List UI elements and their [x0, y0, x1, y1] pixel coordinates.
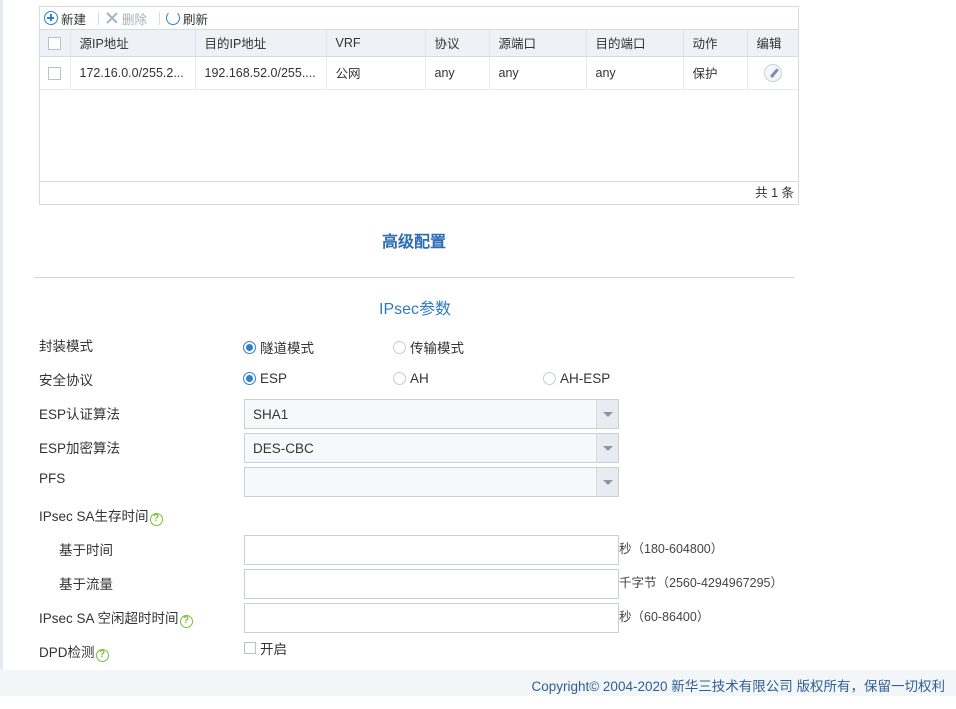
protocol-ah-esp-radio[interactable]: AH-ESP [543, 371, 610, 386]
col-src-ip[interactable]: 源IP地址 [70, 30, 196, 57]
grid-toolbar: 新建 删除 刷新 [40, 7, 798, 30]
section-divider [34, 277, 795, 278]
cell-dst-port: any [586, 56, 684, 90]
col-protocol[interactable]: 协议 [425, 30, 490, 57]
idle-timeout-label: IPsec SA 空闲超时时间? [39, 607, 193, 628]
dpd-label: DPD检测? [39, 641, 109, 662]
time-based-label: 基于时间 [59, 543, 113, 558]
col-edit: 编辑 [747, 30, 798, 57]
encap-transport-radio[interactable]: 传输模式 [393, 337, 464, 357]
radio-dot [543, 372, 556, 385]
checkbox-box [244, 642, 256, 654]
time-based-hint: 秒（180-604800） [619, 542, 724, 556]
col-vrf[interactable]: VRF [326, 30, 426, 57]
toolbar-separator [159, 11, 161, 25]
cell-dst-ip: 192.168.52.0/255.... [195, 56, 327, 90]
delete-button-label: 删除 [122, 12, 148, 27]
idle-timeout-text: IPsec SA 空闲超时时间 [39, 611, 179, 626]
cell-src-ip: 172.16.0.0/255.2... [70, 56, 196, 90]
encap-mode-label: 封装模式 [39, 339, 93, 354]
row-select-cell [40, 56, 71, 90]
delete-button[interactable]: 删除 [105, 9, 153, 27]
new-button[interactable]: 新建 [44, 9, 92, 27]
encap-tunnel-label: 隧道模式 [260, 341, 314, 356]
traffic-based-input[interactable] [244, 569, 619, 599]
refresh-icon [166, 11, 181, 25]
cell-vrf: 公网 [326, 56, 426, 90]
page-footer: Copyright© 2004-2020 新华三技术有限公司 版权所有，保留一切… [0, 670, 956, 696]
copyright-text: Copyright© 2004-2020 新华三技术有限公司 版权所有，保留一切… [531, 679, 945, 694]
col-src-port[interactable]: 源端口 [489, 30, 587, 57]
toolbar-separator [98, 11, 100, 25]
dpd-enable-label: 开启 [260, 642, 287, 657]
col-dst-ip[interactable]: 目的IP地址 [195, 30, 327, 57]
total-count: 共 1 条 [40, 181, 798, 204]
cell-src-port: any [489, 56, 587, 90]
select-all-cell [40, 30, 71, 57]
sa-lifetime-label: IPsec SA生存时间? [39, 505, 163, 526]
sa-lifetime-text: IPsec SA生存时间 [39, 509, 149, 524]
esp-auth-value: SHA1 [253, 406, 289, 422]
protocol-ah-radio[interactable]: AH [393, 371, 429, 386]
acl-grid: 新建 删除 刷新 源IP地址 目的IP地址 VRF 协议 源端口 目的端口 动作… [39, 6, 799, 205]
protocol-esp-label: ESP [260, 371, 288, 386]
help-icon[interactable]: ? [179, 615, 193, 628]
refresh-button[interactable]: 刷新 [166, 9, 214, 27]
row-checkbox[interactable] [48, 66, 61, 80]
traffic-based-hint: 千字节（2560-4294967295） [619, 576, 783, 590]
traffic-based-label: 基于流量 [59, 577, 113, 592]
idle-timeout-input[interactable] [244, 603, 619, 633]
chevron-down-icon[interactable] [596, 400, 618, 428]
encap-tunnel-radio[interactable]: 隧道模式 [243, 337, 314, 357]
radio-dot [243, 372, 256, 385]
radio-dot [393, 340, 406, 354]
edit-icon[interactable] [763, 63, 782, 82]
help-icon[interactable]: ? [95, 649, 109, 662]
time-based-input[interactable] [244, 535, 619, 565]
left-rail [0, 0, 3, 670]
chevron-down-icon[interactable] [596, 468, 618, 496]
table-header-row: 源IP地址 目的IP地址 VRF 协议 源端口 目的端口 动作 编辑 [40, 30, 798, 57]
idle-timeout-hint: 秒（60-86400） [619, 610, 710, 624]
esp-auth-select[interactable]: SHA1 [244, 399, 619, 429]
chevron-down-icon[interactable] [596, 434, 618, 462]
esp-enc-select[interactable]: DES-CBC [244, 433, 619, 463]
select-all-checkbox[interactable] [48, 36, 61, 50]
cell-protocol: any [425, 56, 490, 90]
advanced-config-title[interactable]: 高级配置 [382, 228, 446, 252]
cell-edit [747, 56, 798, 90]
protocol-ah-esp-label: AH-ESP [560, 371, 611, 386]
help-icon[interactable]: ? [149, 513, 163, 526]
cell-action: 保护 [683, 56, 748, 90]
dpd-text: DPD检测 [39, 645, 95, 660]
acl-table: 源IP地址 目的IP地址 VRF 协议 源端口 目的端口 动作 编辑 172.1… [40, 30, 798, 90]
new-button-label: 新建 [61, 12, 87, 27]
refresh-button-label: 刷新 [183, 12, 209, 27]
ipsec-section-title: IPsec参数 [379, 301, 452, 318]
esp-auth-label: ESP认证算法 [39, 407, 121, 422]
esp-enc-value: DES-CBC [253, 440, 314, 456]
radio-dot [243, 340, 256, 354]
col-action[interactable]: 动作 [683, 30, 748, 57]
pfs-select[interactable] [244, 467, 619, 497]
add-icon [44, 11, 58, 25]
col-dst-port[interactable]: 目的端口 [586, 30, 684, 57]
encap-transport-label: 传输模式 [410, 341, 464, 356]
radio-dot [393, 372, 406, 385]
pfs-label: PFS [39, 471, 66, 486]
delete-icon [105, 11, 119, 25]
esp-enc-label: ESP加密算法 [39, 441, 121, 456]
dpd-enable-checkbox[interactable]: 开启 [244, 638, 287, 658]
table-row[interactable]: 172.16.0.0/255.2... 192.168.52.0/255....… [40, 56, 798, 90]
protocol-ah-label: AH [410, 371, 429, 386]
protocol-esp-radio[interactable]: ESP [243, 371, 287, 386]
security-protocol-label: 安全协议 [39, 373, 93, 388]
